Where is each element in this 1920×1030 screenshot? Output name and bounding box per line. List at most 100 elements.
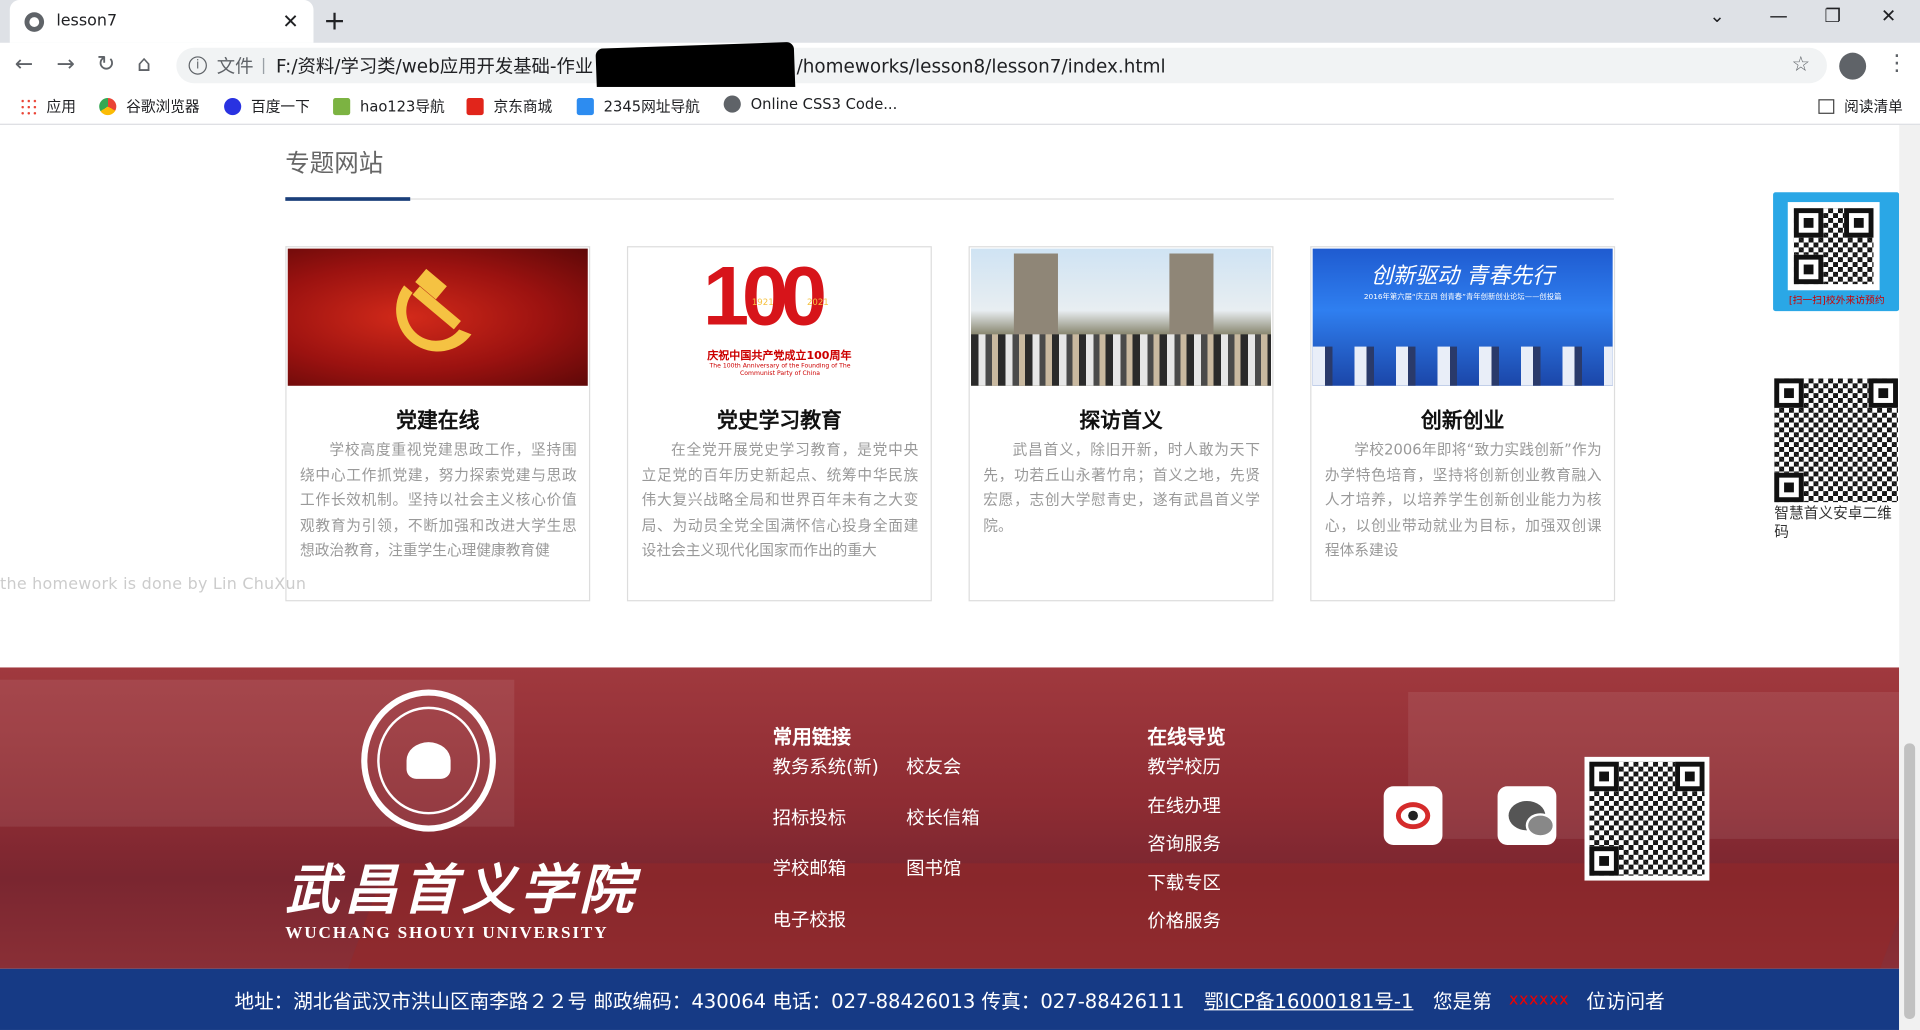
bookmark-hao123[interactable]: hao123导航 (333, 96, 445, 117)
qr-code (1589, 761, 1705, 876)
chrome-icon (99, 97, 117, 115)
bookmark-chrome[interactable]: 谷歌浏览器 (99, 96, 200, 117)
reading-list-button[interactable]: 阅读清单 (1818, 96, 1903, 117)
weibo-button[interactable] (1383, 786, 1443, 846)
wechat-button[interactable] (1497, 786, 1557, 846)
footer: 武昌首义学院 WUCHANG SHOUYI UNIVERSITY 常用链接 教务… (0, 667, 1900, 969)
hammer-sickle-icon (396, 268, 472, 352)
nav-downloads[interactable]: 下载专区 (1147, 870, 1220, 896)
bookmark-label: Online CSS3 Code... (750, 95, 898, 113)
more-menu-icon[interactable]: ⋮ (1886, 50, 1908, 76)
info-icon[interactable]: i (188, 56, 207, 75)
centenary-number: 100 (702, 249, 827, 343)
link-president-mailbox[interactable]: 校长信箱 (906, 805, 979, 831)
scrollbar-thumb[interactable] (1904, 743, 1916, 1019)
link-alumni[interactable]: 校友会 (906, 753, 961, 779)
nav-consulting[interactable]: 咨询服务 (1147, 830, 1220, 856)
card-image: 创新驱动 青春先行 2016年第六届“庆五四 创青春”青年创新创业论坛——创投篇 (1312, 248, 1613, 386)
wechat-icon (1508, 800, 1556, 838)
android-app-qr[interactable] (1774, 378, 1898, 503)
centenary-caption: 庆祝中国共产党成立100周年 (707, 350, 852, 363)
footer-qr-code[interactable] (1584, 756, 1710, 881)
card-visit-shouyi[interactable]: 探访首义 武昌首义，除旧开新，时人敢为天下先，功若丘山永著竹帛；首义之地，先贤宏… (968, 246, 1274, 602)
visit-reservation-qr[interactable]: [扫一扫]校外来访预约 (1773, 192, 1900, 312)
bookmark-star-icon[interactable]: ☆ (1791, 53, 1810, 77)
card-party-building[interactable]: 党建在线 学校高度重视党建思政工作，坚持围绕中心工作抓党建，努力探索党建与思政工… (285, 246, 591, 602)
card-text: 在全党开展党史学习教育，是党中央立足党的百年历史新起点、统筹中华民族伟大复兴战略… (641, 440, 919, 559)
address-bar: ← → ↻ ⌂ i 文件 | F:/资料/学习类/web应用开发基础-作业 /h… (0, 41, 1920, 103)
card-party-history[interactable]: 100 1921 2021 庆祝中国共产党成立100周年 The 100th A… (626, 246, 932, 602)
address-text: 地址：湖北省武汉市洪山区南李路２２号 邮政编码：430064 电话：027-88… (234, 989, 1185, 1013)
icp-link[interactable]: 鄂ICP备16000181号-1 (1204, 985, 1413, 1014)
bookmark-label: 百度一下 (251, 97, 310, 116)
centenary-badge: 100 1921 2021 (703, 250, 857, 344)
visitor-suffix: 位访问者 (1586, 989, 1665, 1013)
card-image (971, 248, 1272, 386)
qr-caption: 智慧首义安卓二维码 (1774, 504, 1892, 541)
url-scheme-label: 文件 (216, 55, 254, 78)
new-tab-button[interactable]: + (323, 6, 346, 37)
homework-note: the homework is done by Lin ChuXun (0, 575, 307, 594)
visitor-prefix: 您是第 (1433, 989, 1492, 1013)
nav-online-service[interactable]: 在线办理 (1147, 792, 1220, 818)
back-icon[interactable]: ← (15, 51, 33, 77)
card-text: 学校2006年即将“致力实践创新”作为办学特色培育，坚持将创新创业教育融入人才培… (1324, 440, 1602, 559)
qr-caption: [扫一扫]校外来访预约 (1788, 295, 1885, 307)
reading-list-icon (1818, 98, 1835, 114)
card-innovation[interactable]: 创新驱动 青春先行 2016年第六届“庆五四 创青春”青年创新创业论坛——创投篇… (1310, 246, 1616, 602)
bookmark-css3[interactable]: Online CSS3 Code... (723, 95, 898, 113)
reload-icon[interactable]: ↻ (97, 51, 115, 77)
logo-english-name: WUCHANG SHOUYI UNIVERSITY (285, 924, 609, 944)
bookmark-label: hao123导航 (360, 97, 445, 116)
close-tab-icon[interactable]: ✕ (282, 10, 298, 33)
section-title: 专题网站 (285, 148, 384, 178)
nav-pricing[interactable]: 价格服务 (1147, 908, 1220, 934)
minimize-icon[interactable]: — (1769, 5, 1787, 27)
nav-heading: 在线导览 (1147, 725, 1226, 749)
bookmark-baidu[interactable]: 百度一下 (224, 96, 310, 117)
link-academic-system[interactable]: 教务系统(新) (773, 753, 879, 779)
tab-lesson7[interactable]: lesson7 ✕ (9, 0, 314, 43)
url-field[interactable]: i 文件 | F:/资料/学习类/web应用开发基础-作业 /homeworks… (176, 41, 1827, 103)
bookmark-jd[interactable]: 京东商城 (466, 96, 553, 117)
links-heading: 常用链接 (772, 725, 852, 749)
restore-icon[interactable]: ❐ (1825, 5, 1841, 27)
bookmark-label: 京东商城 (493, 97, 553, 116)
profile-avatar[interactable] (1839, 52, 1867, 80)
nav-calendar[interactable]: 教学校历 (1147, 753, 1220, 779)
page-content: 专题网站 党建在线 学校高度重视党建思政工作，坚持围绕中心工作抓党建，努力探索党… (0, 124, 1900, 1030)
qr-code (1787, 202, 1880, 291)
centenary-caption-en: The 100th Anniversary of the Founding of… (709, 362, 851, 378)
jd-icon (466, 97, 484, 115)
url-separator: | (260, 56, 267, 75)
reading-list-label: 阅读清单 (1844, 97, 1903, 116)
university-logo[interactable]: 武昌首义学院 WUCHANG SHOUYI UNIVERSITY (285, 689, 633, 947)
vertical-scrollbar[interactable] (1899, 124, 1920, 1030)
browser-window: lesson7 ✕ + ⌄ — ❐ ✕ ← → ↻ ⌂ i 文件 | F:/资料… (0, 0, 1920, 1030)
link-library[interactable]: 图书馆 (906, 855, 961, 881)
visitor-count: xxxxxx (1508, 990, 1570, 1009)
section-divider-accent (285, 197, 411, 201)
link-e-newspaper[interactable]: 电子校报 (773, 906, 846, 932)
tab-title: lesson7 (56, 12, 118, 31)
bookmark-label: 2345网址导航 (603, 97, 700, 116)
globe-icon (24, 11, 45, 32)
link-bidding[interactable]: 招标投标 (773, 805, 846, 831)
bookmark-label: 谷歌浏览器 (126, 97, 200, 116)
qr-code (1774, 378, 1898, 503)
close-window-icon[interactable]: ✕ (1881, 5, 1896, 27)
globe-icon (723, 95, 741, 113)
section-divider (285, 198, 1614, 200)
centenary-year-left: 1921 (751, 297, 774, 308)
2345-icon (576, 97, 594, 115)
card-text: 武昌首义，除旧开新，时人敢为天下先，功若丘山永著竹帛；首义之地，先贤宏愿，志创大… (983, 440, 1261, 534)
bookmark-apps[interactable]: 应用 (19, 96, 76, 117)
forward-icon[interactable]: → (56, 51, 74, 77)
card-title: 创新创业 (1421, 409, 1505, 434)
tab-search-icon[interactable]: ⌄ (1709, 5, 1724, 27)
apps-grid-icon (19, 97, 37, 115)
centenary-year-right: 2021 (806, 297, 829, 308)
bookmark-2345[interactable]: 2345网址导航 (576, 96, 700, 117)
home-icon[interactable]: ⌂ (137, 51, 151, 77)
link-school-email[interactable]: 学校邮箱 (773, 855, 846, 881)
